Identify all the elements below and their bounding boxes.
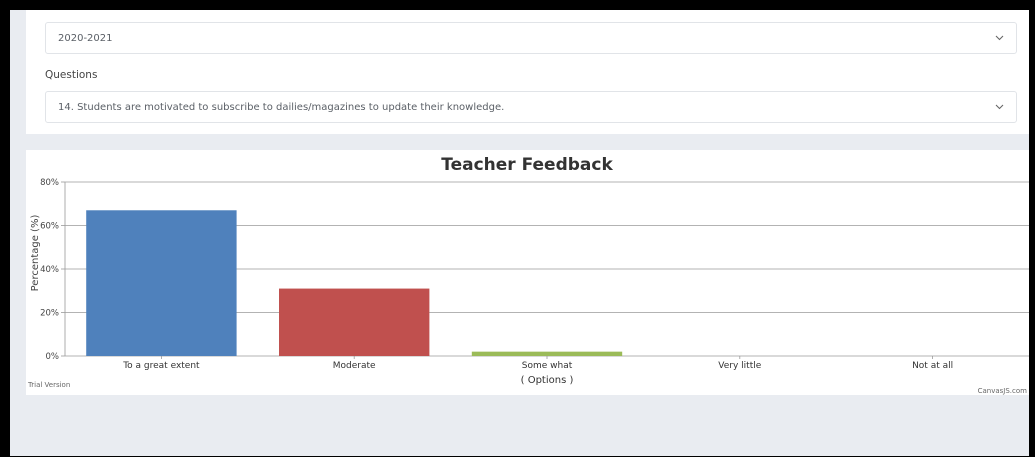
- y-tick-label: 0%: [46, 352, 60, 362]
- x-tick-label: Some what: [522, 361, 573, 371]
- chart-card: Teacher Feedback 0% 20% 40% 60% 80% To a gre…: [26, 150, 1029, 395]
- filter-form: 2020-2021 Questions 14. Students are mot…: [26, 10, 1029, 134]
- year-select[interactable]: 2020-2021: [45, 22, 1017, 54]
- page-frame: 2020-2021 Questions 14. Students are mot…: [10, 10, 1029, 456]
- y-axis-label: Percentage (%): [30, 215, 41, 292]
- y-tick-label: 80%: [40, 178, 59, 188]
- trial-version-watermark: Trial Version: [27, 381, 70, 389]
- x-tick-label: To a great extent: [122, 361, 200, 371]
- question-select-value: 14. Students are motivated to subscribe …: [58, 101, 505, 113]
- question-select[interactable]: 14. Students are motivated to subscribe …: [45, 91, 1017, 123]
- y-tick-label: 60%: [40, 222, 59, 232]
- x-tick-label: Very little: [718, 361, 761, 371]
- teacher-feedback-chart: Teacher Feedback 0% 20% 40% 60% 80% To a gre…: [27, 155, 1029, 395]
- chart-title: Teacher Feedback: [441, 155, 613, 175]
- canvasjs-watermark: CanvasJS.com: [978, 387, 1028, 395]
- y-tick-label: 40%: [40, 265, 59, 275]
- chevron-down-icon: [995, 35, 1004, 41]
- x-tick-label: Moderate: [333, 361, 376, 371]
- bar[interactable]: [86, 210, 237, 356]
- questions-label: Questions: [45, 69, 98, 81]
- x-tick-label: Not at all: [912, 361, 953, 371]
- y-tick-label: 20%: [40, 309, 59, 319]
- bar[interactable]: [471, 351, 623, 356]
- chevron-down-icon: [995, 104, 1004, 110]
- year-select-value: 2020-2021: [58, 32, 113, 44]
- x-axis-label: ( Options ): [521, 375, 574, 386]
- bar[interactable]: [279, 288, 430, 356]
